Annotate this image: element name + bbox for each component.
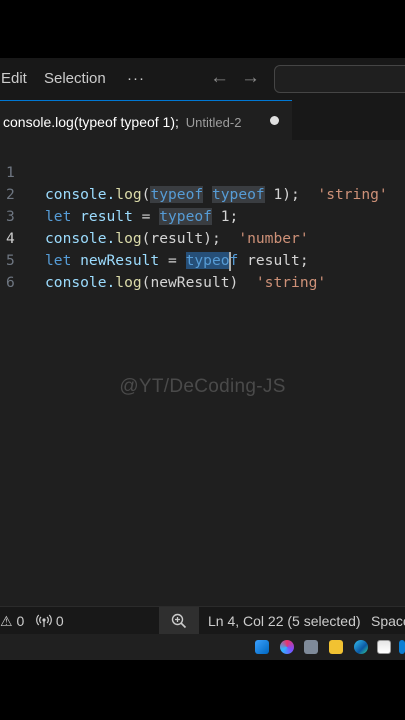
- comment-string: 'string': [255, 274, 327, 291]
- windows-taskbar: [0, 634, 405, 660]
- edge-browser-icon[interactable]: [354, 640, 368, 654]
- watermark: @YT/DeCoding-JS: [119, 376, 286, 397]
- tab-description: Untitled-2: [185, 115, 242, 130]
- line-number: 6: [6, 274, 15, 291]
- copilot-icon[interactable]: [280, 640, 294, 654]
- problems-indicator[interactable]: ⚠ 0: [0, 613, 24, 630]
- vscode-taskbar-icon[interactable]: [399, 640, 405, 654]
- ports-indicator[interactable]: 0: [36, 613, 64, 629]
- menu-edit[interactable]: Edit: [1, 70, 27, 87]
- zoom-in-icon: [171, 613, 187, 629]
- vscode-window: Edit Selection ··· ← → console.log(typeo…: [0, 58, 405, 660]
- code-line-3[interactable]: 3 console.log(result); 'number': [0, 184, 405, 247]
- tab-bar: console.log(typeof typeof 1); Untitled-2: [0, 100, 405, 141]
- unsaved-dot-icon[interactable]: [270, 116, 279, 125]
- tab-label: console.log(typeof typeof 1); Untitled-2: [3, 114, 241, 130]
- code-line-6[interactable]: 6: [0, 250, 405, 291]
- indentation-status[interactable]: Spaces: [371, 613, 405, 629]
- status-bar: ⚠ 0 0 Ln 4, Col 22 (5 selected) Spaces: [0, 606, 405, 635]
- start-icon[interactable]: [255, 640, 269, 654]
- forward-arrow-icon[interactable]: →: [241, 67, 260, 89]
- tab-title-text: console.log(typeof typeof 1);: [3, 114, 179, 130]
- broadcast-icon: [36, 614, 52, 627]
- code-line-4-active[interactable]: 4 let newResult = typeof result;: [0, 206, 405, 271]
- store-icon[interactable]: [377, 640, 391, 654]
- tab-untitled-2[interactable]: console.log(typeof typeof 1); Untitled-2: [0, 100, 292, 141]
- task-view-icon[interactable]: [304, 640, 318, 654]
- menu-more[interactable]: ···: [127, 70, 145, 87]
- code-line-1[interactable]: 1 console.log(typeof typeof 1); 'string': [0, 140, 405, 203]
- cursor-position[interactable]: Ln 4, Col 22 (5 selected): [208, 613, 361, 629]
- title-bar: Edit Selection ··· ← →: [0, 58, 405, 100]
- back-arrow-icon[interactable]: ←: [210, 67, 229, 89]
- zoom-button[interactable]: [159, 607, 199, 635]
- code-line-5[interactable]: 5 console.log(newResult) 'string': [0, 228, 405, 291]
- file-explorer-icon[interactable]: [329, 640, 343, 654]
- code-line-2[interactable]: 2 let result = typeof 1;: [0, 162, 405, 225]
- menu-selection[interactable]: Selection: [44, 70, 106, 87]
- command-center-search[interactable]: [274, 65, 405, 93]
